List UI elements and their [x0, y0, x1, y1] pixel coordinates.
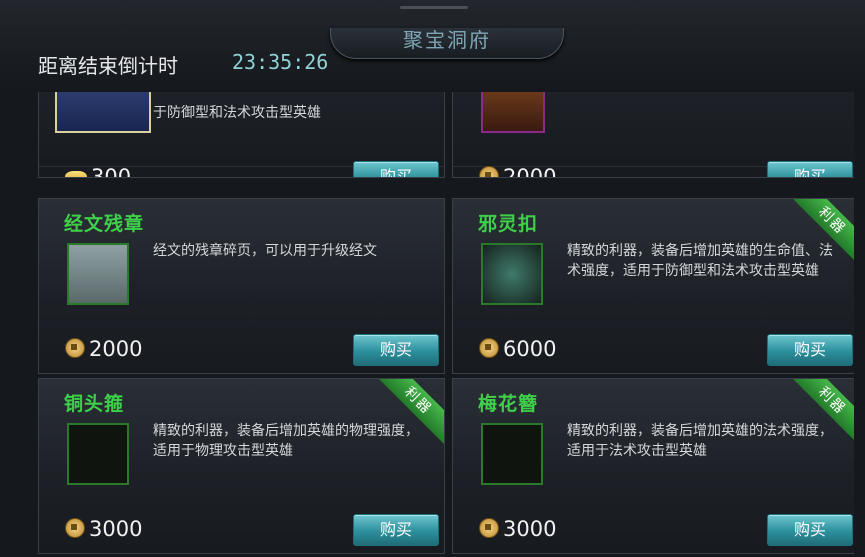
headband-icon[interactable] [67, 423, 129, 485]
item-desc: 经文的残章碎页，可以用于升级经文 [153, 243, 377, 259]
buy-button[interactable]: 购买 [767, 161, 853, 177]
item-name: 梅花簪 [478, 393, 539, 415]
item-card: 2000 购买 [452, 92, 854, 178]
item-card: 梅花簪 利器 精致的利器，装备后增加英雄的法术强度，适用于法术攻击型英雄 300… [452, 378, 854, 554]
countdown-label: 距离结束倒计时 [38, 54, 178, 78]
buy-button[interactable]: 购买 [767, 514, 853, 546]
item-price: 2000 [479, 165, 556, 177]
drag-handle[interactable] [400, 6, 468, 9]
item-card: 经文残章 经文的残章碎页，可以用于升级经文 2000 购买 [38, 198, 445, 374]
countdown-time: 23:35:26 [232, 50, 329, 74]
item-name: 邪灵扣 [478, 213, 539, 235]
item-desc: 精致的利器，装备后增加英雄的物理强度，适用于物理攻击型英雄 [153, 423, 419, 459]
shop-banner: 聚宝洞府 [330, 28, 564, 59]
coin-icon [479, 518, 499, 538]
item-desc: 于防御型和法术攻击型英雄 [153, 105, 321, 121]
item-price: 3000 [479, 517, 556, 541]
scroll-icon[interactable] [67, 243, 129, 305]
item-price: 300 [65, 165, 131, 177]
item-price: 3000 [65, 517, 142, 541]
item-card: 邪灵扣 利器 精致的利器，装备后增加英雄的生命值、法术强度，适用于防御型和法术攻… [452, 198, 854, 374]
coin-icon [65, 518, 85, 538]
coin-icon [65, 338, 85, 358]
buy-button[interactable]: 购买 [767, 334, 853, 366]
item-name: 经文残章 [64, 213, 145, 235]
item-card: 于防御型和法术攻击型英雄 300 购买 [38, 92, 445, 178]
item-card: 铜头箍 利器 精致的利器，装备后增加英雄的物理强度，适用于物理攻击型英雄 300… [38, 378, 445, 554]
buy-button[interactable]: 购买 [353, 514, 439, 546]
coin-icon [479, 166, 499, 177]
item-price: 6000 [479, 337, 556, 361]
buy-button[interactable]: 购买 [353, 334, 439, 366]
item-price: 2000 [65, 337, 142, 361]
item-desc: 精致的利器，装备后增加英雄的法术强度，适用于法术攻击型英雄 [567, 423, 833, 459]
shop-title: 聚宝洞府 [403, 28, 491, 52]
item-name: 铜头箍 [64, 393, 125, 415]
necklace-icon[interactable] [481, 243, 543, 305]
item-desc: 精致的利器，装备后增加英雄的生命值、法术强度，适用于防御型和法术攻击型英雄 [567, 243, 833, 279]
relic-icon[interactable] [481, 92, 545, 133]
hairpin-icon[interactable] [481, 423, 543, 485]
coin-icon [479, 338, 499, 358]
buy-button[interactable]: 购买 [353, 161, 439, 177]
item-grid[interactable]: 于防御型和法术攻击型英雄 300 购买 2000 购买 经文残章 经文的残章碎页… [34, 92, 854, 557]
top-bar: 聚宝洞府 距离结束倒计时 23:35:26 [0, 0, 865, 92]
ingot-icon [65, 171, 87, 177]
gem-amulet-icon[interactable] [55, 92, 151, 133]
